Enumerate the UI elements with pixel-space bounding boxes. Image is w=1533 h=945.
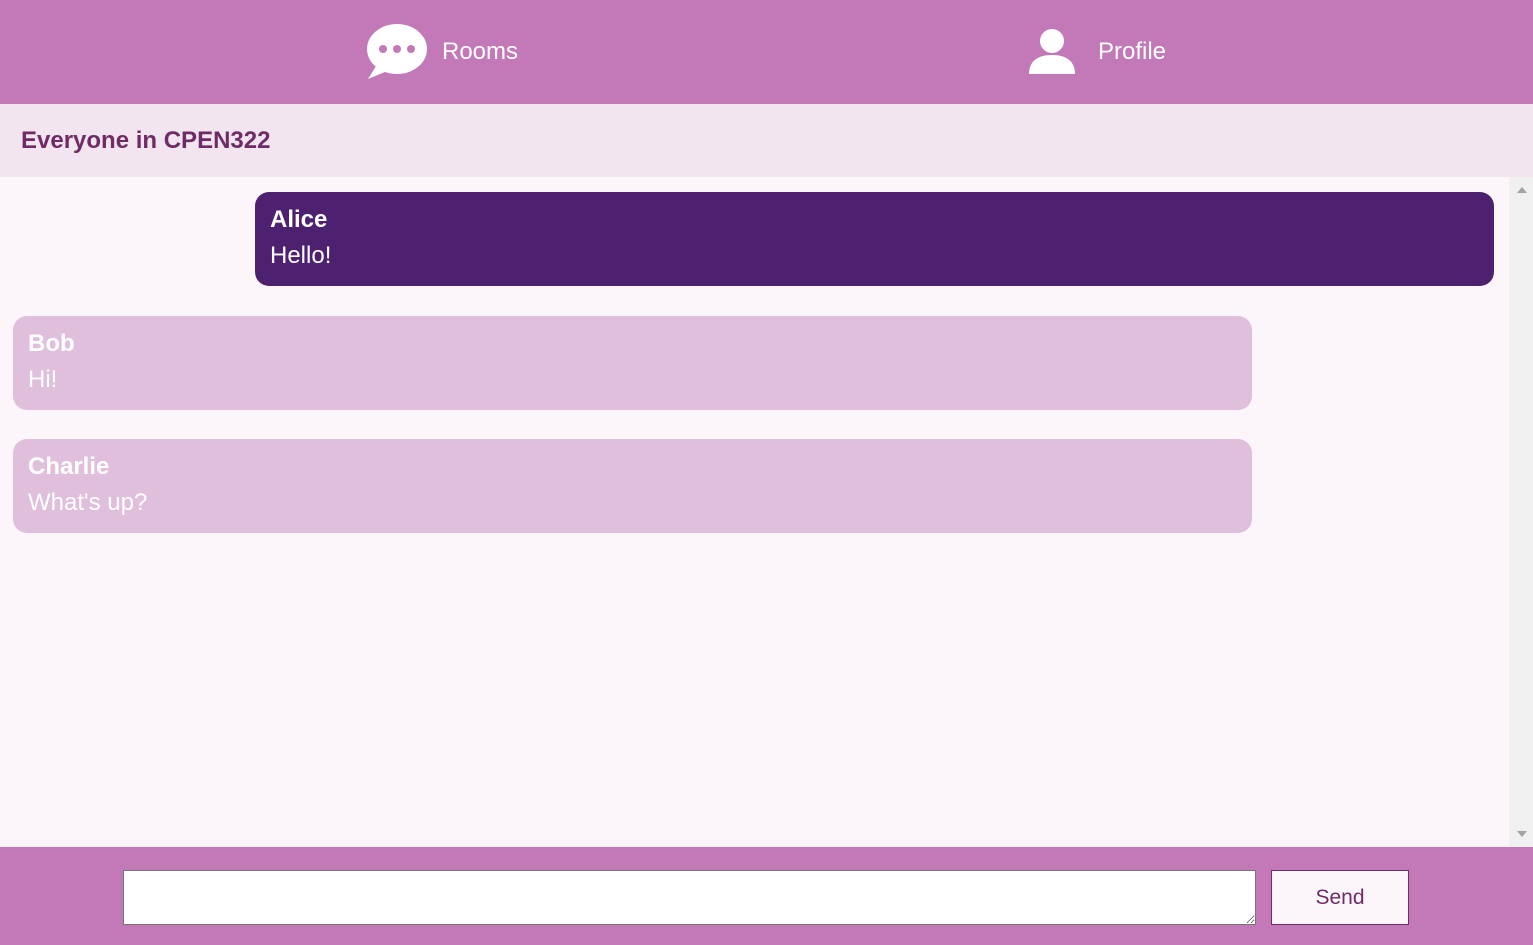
message-text: Hi! [28, 366, 58, 393]
message-username: Charlie [28, 453, 110, 480]
message-text: Hello! [270, 242, 332, 269]
send-button[interactable]: Send [1271, 870, 1409, 925]
message-username: Alice [270, 206, 328, 233]
message-list[interactable]: Alice Hello! Bob Hi! Charlie What's up? [0, 177, 1509, 847]
nav-rooms-label: Rooms [442, 38, 519, 65]
room-header: Everyone in CPEN322 [0, 104, 1533, 177]
message-composer: Send [0, 847, 1533, 945]
scroll-down-arrow-icon[interactable] [1517, 831, 1527, 837]
message-item: Bob Hi! [13, 316, 1252, 410]
user-icon [1028, 28, 1076, 76]
message-list-scrollbar[interactable] [1509, 177, 1533, 847]
nav-profile-label: Profile [1098, 38, 1167, 65]
nav-rooms-link[interactable]: Rooms [366, 0, 518, 104]
nav-profile-link[interactable]: Profile [1028, 0, 1166, 104]
top-navigation: Rooms Profile [0, 0, 1533, 104]
scroll-up-arrow-icon[interactable] [1517, 187, 1527, 193]
chat-bubble-icon [366, 23, 428, 81]
message-item: Alice Hello! [255, 192, 1494, 286]
message-username: Bob [28, 330, 75, 357]
message-input[interactable] [123, 870, 1256, 925]
message-text: What's up? [28, 489, 148, 516]
message-item: Charlie What's up? [13, 439, 1252, 533]
room-title: Everyone in CPEN322 [21, 127, 271, 154]
